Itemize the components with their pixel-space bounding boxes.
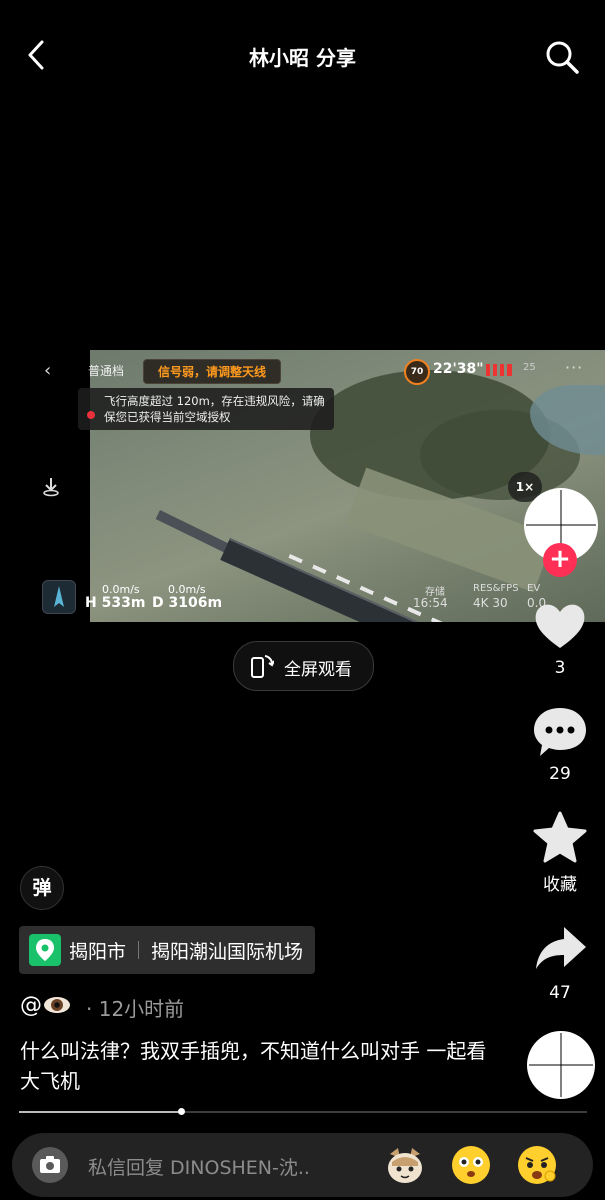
signal-bars-icon — [486, 364, 512, 376]
resolution-label: RES&FPS — [473, 583, 519, 594]
landing-icon — [40, 475, 62, 497]
share-arrow-icon — [536, 927, 586, 969]
favorite-label: 收藏 — [543, 875, 577, 895]
eye-emoji-icon — [43, 995, 71, 1015]
comment-count: 29 — [549, 764, 571, 784]
progress-knob[interactable] — [177, 1108, 185, 1115]
location-pin-icon — [29, 934, 61, 966]
camera-icon — [40, 1156, 60, 1173]
share-count: 47 — [549, 983, 571, 1003]
video-player[interactable]: ‹ 普通档 信号弱，请调整天线 飞行高度超过 120m，存在违规风险，请确保您已… — [30, 350, 605, 622]
like-count: 3 — [554, 658, 566, 678]
music-disc[interactable] — [527, 1031, 595, 1099]
video-caption: 什么叫法律？我双手插兜，不知道什么叫对手 一起看大飞机 — [20, 1039, 487, 1093]
compass-icon — [42, 580, 76, 614]
like-button[interactable] — [530, 598, 590, 654]
favorite-button[interactable] — [530, 810, 590, 866]
ev-label: EV — [527, 583, 541, 594]
video-back-icon: ‹ — [44, 360, 52, 381]
search-icon — [546, 41, 579, 74]
heart-icon — [535, 604, 585, 648]
fullscreen-label: 全屏观看 — [284, 660, 352, 680]
author-handle[interactable]: @ — [20, 993, 42, 1018]
location-place: 揭阳潮汕国际机场 — [151, 940, 304, 963]
comment-input[interactable]: 私信回复 DINOSHEN-沈.. — [88, 1153, 310, 1180]
comment-button[interactable] — [530, 704, 590, 760]
danmaku-toggle[interactable]: 弹 — [20, 866, 64, 910]
page-title: 林小昭 分享 — [249, 46, 356, 70]
signal-warning: 信号弱，请调整天线 — [143, 359, 282, 384]
cat-emoji-icon[interactable] — [384, 1144, 426, 1186]
flight-time: 22'38" — [433, 361, 484, 377]
follow-button[interactable]: + — [543, 543, 577, 577]
shocked-emoji-icon[interactable] — [516, 1144, 558, 1186]
altitude-warning: 飞行高度超过 120m，存在违规风险，请确保您已获得当前空域授权 — [78, 388, 334, 430]
storage-value: 16:54 — [413, 596, 448, 610]
location-divider — [138, 941, 140, 959]
resolution-value: 4K 30 — [473, 596, 508, 610]
star-icon — [533, 811, 587, 863]
progress-fill — [19, 1111, 181, 1113]
battery-indicator: 70 — [404, 359, 430, 385]
warning-dot-icon — [87, 411, 95, 419]
distance-readout: D 3106m — [152, 595, 223, 611]
camera-button[interactable] — [32, 1147, 68, 1183]
flight-mode: 普通档 — [88, 364, 125, 378]
satellite-count: 25 — [523, 362, 536, 373]
search-button[interactable] — [543, 38, 581, 76]
location-city: 揭阳市 — [69, 940, 127, 963]
comment-bar: 私信回复 DINOSHEN-沈.. — [12, 1133, 593, 1197]
height-readout: H 533m — [85, 595, 146, 611]
more-icon: ··· — [565, 358, 584, 377]
rotate-screen-icon — [251, 655, 274, 678]
surprised-emoji-icon[interactable] — [450, 1144, 492, 1186]
danmaku-label: 弹 — [32, 877, 52, 899]
post-time: · 12小时前 — [86, 997, 185, 1021]
location-tag[interactable]: 揭阳市 揭阳潮汕国际机场 — [19, 926, 316, 974]
fullscreen-button[interactable]: 全屏观看 — [233, 641, 374, 691]
comment-bubble-icon — [534, 708, 586, 756]
share-button[interactable] — [530, 921, 590, 977]
disc-crosshair-icon — [529, 1033, 593, 1097]
